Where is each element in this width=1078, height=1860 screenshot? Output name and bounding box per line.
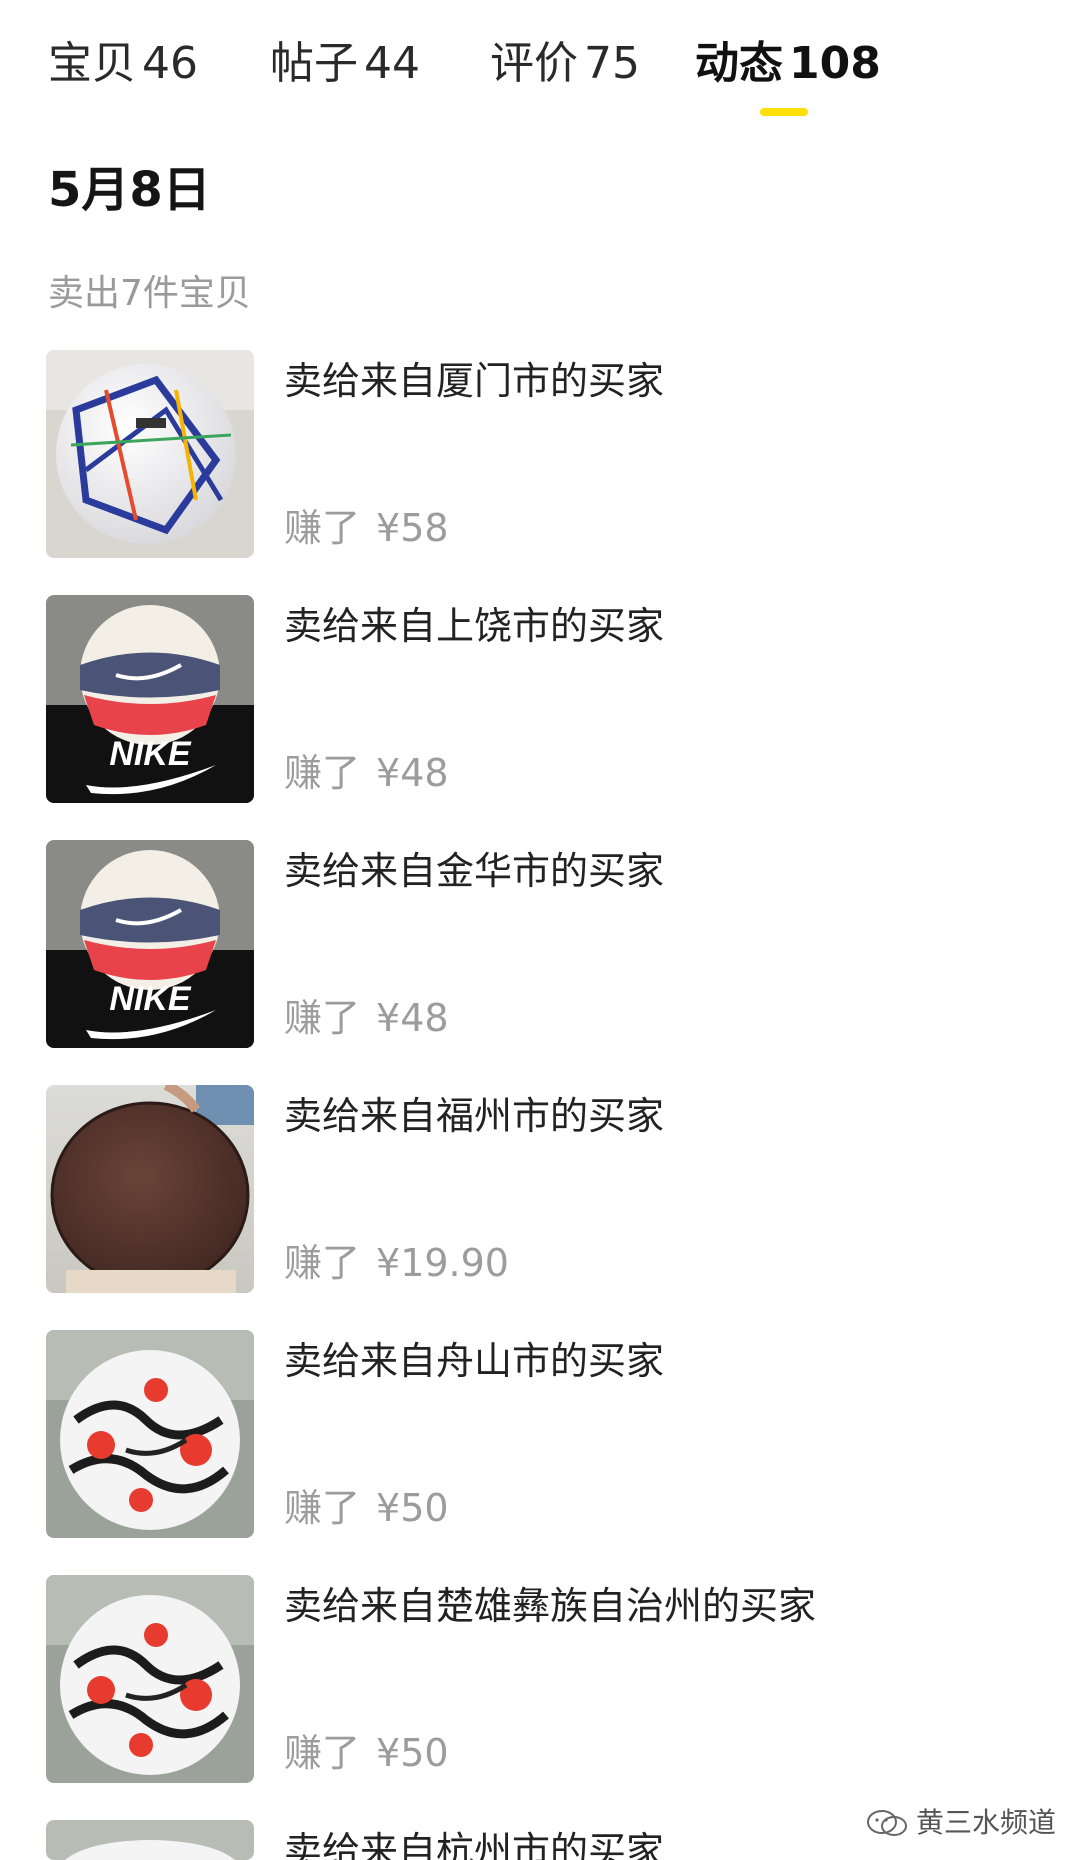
earnings: 赚了 ¥50: [284, 1730, 449, 1776]
active-tab-indicator: [760, 108, 808, 116]
tab-posts-label: 帖子: [270, 38, 358, 89]
sold-summary: 卖出7件宝贝: [48, 273, 251, 314]
earnings: 赚了 ¥48: [284, 750, 449, 796]
product-thumbnail: [46, 1085, 254, 1293]
buyer-title: 卖给来自上饶市的买家: [284, 604, 665, 648]
earnings: 赚了 ¥58: [284, 505, 449, 551]
svg-text:NIKE: NIKE: [109, 735, 192, 773]
buyer-title: 卖给来自杭州市的买家: [284, 1829, 665, 1860]
tab-reviews-count: 75: [584, 38, 640, 89]
list-item[interactable]: 卖给来自楚雄彝族自治州的买家 赚了 ¥50: [46, 1575, 1046, 1783]
earnings-label: 赚了: [284, 996, 361, 1040]
earnings-label: 赚了: [284, 1241, 361, 1285]
earnings: 赚了 ¥50: [284, 1485, 449, 1531]
buyer-title: 卖给来自楚雄彝族自治州的买家: [284, 1584, 817, 1628]
wechat-icon: [866, 1810, 907, 1836]
product-thumbnail: [46, 1330, 254, 1538]
tab-activity-label: 动态: [695, 38, 783, 89]
list-item[interactable]: 卖给来自厦门市的买家 赚了 ¥58: [46, 350, 1046, 558]
tab-activity-count: 108: [789, 38, 881, 89]
product-thumbnail: NIKE: [46, 840, 254, 1048]
earnings-label: 赚了: [284, 1486, 361, 1530]
buyer-title: 卖给来自金华市的买家: [284, 849, 665, 893]
watermark-text: 黄三水频道: [915, 1806, 1056, 1839]
earnings-label: 赚了: [284, 506, 361, 550]
tab-posts-count: 44: [364, 38, 420, 89]
tab-items-label: 宝贝: [48, 38, 136, 89]
product-thumbnail: NIKE: [46, 595, 254, 803]
tab-posts[interactable]: 帖子 44: [270, 34, 420, 94]
list-item[interactable]: NIKE 卖给来自金华市的买家 赚了 ¥48: [46, 840, 1046, 1048]
date-heading: 5月8日: [48, 162, 211, 218]
earnings: 赚了 ¥48: [284, 995, 449, 1041]
tab-bar: 宝贝 46 帖子 44 评价 75 动态 108: [0, 0, 1078, 130]
earnings-amount: ¥19.90: [376, 1241, 509, 1285]
buyer-title: 卖给来自舟山市的买家: [284, 1339, 665, 1383]
product-thumbnail: [46, 1575, 254, 1783]
list-item[interactable]: 卖给来自福州市的买家 赚了 ¥19.90: [46, 1085, 1046, 1293]
watermark: 黄三水频道: [866, 1803, 1056, 1843]
earnings-amount: ¥50: [376, 1486, 449, 1530]
tab-activity[interactable]: 动态 108: [695, 34, 881, 94]
list-item[interactable]: NIKE 卖给来自上饶市的买家 赚了 ¥48: [46, 595, 1046, 803]
earnings-amount: ¥58: [376, 506, 449, 550]
buyer-title: 卖给来自厦门市的买家: [284, 359, 665, 403]
product-thumbnail: [46, 350, 254, 558]
earnings-amount: ¥48: [376, 996, 449, 1040]
tab-reviews[interactable]: 评价 75: [490, 34, 640, 94]
earnings-amount: ¥50: [376, 1731, 449, 1775]
tab-items-count: 46: [142, 38, 198, 89]
earnings: 赚了 ¥19.90: [284, 1240, 509, 1286]
list-item[interactable]: 卖给来自舟山市的买家 赚了 ¥50: [46, 1330, 1046, 1538]
tab-reviews-label: 评价: [490, 38, 578, 89]
earnings-label: 赚了: [284, 751, 361, 795]
svg-text:NIKE: NIKE: [109, 980, 192, 1018]
earnings-amount: ¥48: [376, 751, 449, 795]
product-thumbnail: [46, 1820, 254, 1860]
earnings-label: 赚了: [284, 1731, 361, 1775]
buyer-title: 卖给来自福州市的买家: [284, 1094, 665, 1138]
tab-items[interactable]: 宝贝 46: [48, 34, 198, 94]
